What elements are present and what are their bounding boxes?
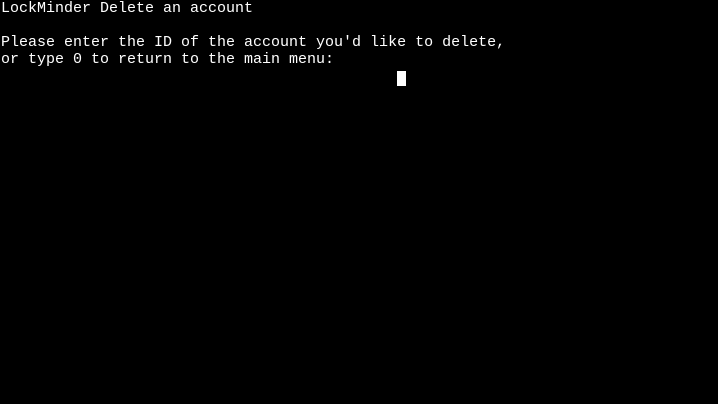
prompt-row: or type 0 to return to the main menu: (1, 51, 407, 86)
terminal-window[interactable]: LockMinder Delete an account Please ente… (0, 0, 718, 404)
prompt-text-line-1: Please enter the ID of the account you'd… (1, 34, 506, 51)
account-id-input[interactable] (343, 53, 407, 86)
text-cursor (397, 70, 407, 86)
prompt-text-line-2: or type 0 to return to the main menu: (1, 51, 344, 68)
screen-title: LockMinder Delete an account (1, 0, 254, 17)
